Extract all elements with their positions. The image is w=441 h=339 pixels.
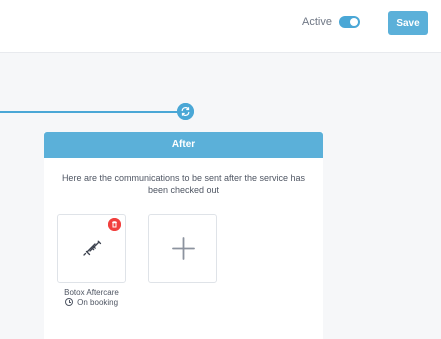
active-label: Active xyxy=(302,16,332,28)
trash-icon[interactable] xyxy=(108,218,121,231)
syringe-icon xyxy=(80,235,104,259)
communication-title: Botox Aftercare xyxy=(64,288,119,297)
communication-trigger-text: On booking xyxy=(77,298,119,307)
after-section-header: After xyxy=(44,132,323,158)
communication-trigger: On booking xyxy=(57,298,126,307)
add-communication-tile[interactable] xyxy=(148,214,217,283)
clock-icon xyxy=(64,298,73,306)
after-section-card: After Here are the communications to be … xyxy=(44,132,323,339)
sync-icon[interactable] xyxy=(177,103,194,120)
top-bar-divider xyxy=(0,52,441,53)
active-toggle[interactable] xyxy=(339,16,360,28)
toggle-knob xyxy=(350,18,358,26)
plus-icon xyxy=(171,236,196,261)
top-bar: Active Save xyxy=(0,0,441,52)
after-section-description: Here are the communications to be sent a… xyxy=(61,173,306,195)
save-button[interactable]: Save xyxy=(388,11,428,35)
flow-line xyxy=(0,111,178,113)
